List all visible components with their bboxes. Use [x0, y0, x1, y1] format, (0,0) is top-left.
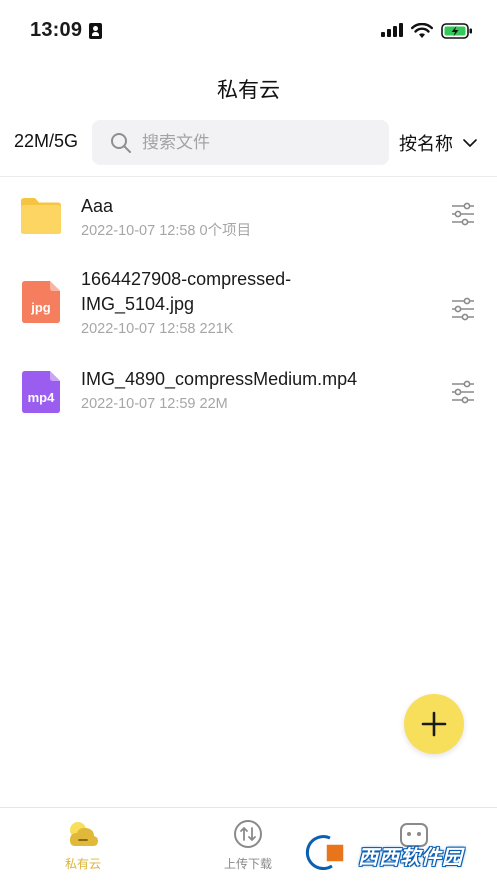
add-button[interactable] — [404, 694, 464, 754]
search-input[interactable] — [142, 120, 372, 165]
battery-charging-icon — [441, 23, 472, 39]
file-meta: 2022-10-07 12:58 221K — [81, 320, 421, 338]
jpg-file-icon-label: jpg — [31, 300, 51, 315]
file-size: 22M — [199, 396, 228, 412]
file-size: 221K — [199, 321, 234, 337]
file-name-line-2: IMG_5104.jpg — [81, 294, 195, 314]
file-date: 2022-10-07 12:58 — [81, 321, 196, 337]
settings-sliders-icon[interactable] — [450, 379, 476, 405]
file-name: 1664427908-compressed- IMG_5104.jpg — [81, 267, 421, 317]
tab-label: 上传下载 — [223, 857, 272, 871]
file-info: Aaa 2022-10-07 12:58 0个项目 — [81, 194, 421, 240]
tab-transfer[interactable]: 上传下载 — [198, 818, 298, 878]
chevron-down-icon — [463, 138, 477, 147]
file-date: 2022-10-07 12:59 — [81, 396, 196, 412]
file-meta: 2022-10-07 12:58 0个项目 — [81, 222, 421, 240]
file-info: 1664427908-compressed- IMG_5104.jpg 2022… — [81, 267, 421, 338]
tab-private-cloud[interactable]: 私有云 — [33, 818, 133, 878]
plus-icon — [421, 711, 447, 737]
search-icon — [111, 133, 131, 153]
page-title: 私有云 — [217, 79, 280, 102]
storage-usage: 22M/5G — [14, 131, 79, 151]
file-item-mp4[interactable]: mp4 IMG_4890_compressMedium.mp4 2022-10-… — [0, 355, 497, 437]
watermark-text: 西西软件园 — [358, 847, 463, 869]
file-info: IMG_4890_compressMedium.mp4 2022-10-07 1… — [81, 367, 421, 413]
file-date: 2022-10-07 12:58 — [81, 223, 196, 239]
mp4-file-icon: mp4 — [20, 371, 62, 413]
mp4-file-icon-label: mp4 — [27, 390, 55, 405]
file-name: Aaa — [81, 196, 114, 216]
file-size: 0个项目 — [199, 223, 252, 239]
sort-dropdown[interactable]: 按名称 — [399, 129, 477, 157]
wifi-icon — [411, 23, 433, 38]
cellular-signal-icon — [381, 23, 403, 37]
file-meta: 2022-10-07 12:59 22M — [81, 395, 421, 413]
jpg-file-icon: jpg — [20, 281, 62, 323]
settings-sliders-icon[interactable] — [450, 296, 476, 322]
file-item-folder[interactable]: Aaa 2022-10-07 12:58 0个项目 — [0, 177, 497, 257]
status-icons — [381, 20, 473, 42]
toolbar: 22M/5G 按名称 — [0, 120, 497, 165]
search-box[interactable] — [92, 120, 389, 165]
settings-sliders-icon[interactable] — [450, 201, 476, 227]
file-name: IMG_4890_compressMedium.mp4 — [81, 369, 358, 389]
sort-label: 按名称 — [399, 134, 453, 154]
file-name-line-1: 1664427908-compressed- — [81, 269, 292, 289]
file-item-jpg[interactable]: jpg 1664427908-compressed- IMG_5104.jpg … — [0, 259, 497, 351]
status-bar: 13:09 — [0, 0, 497, 62]
tab-label: 私有云 — [64, 857, 101, 871]
transfer-icon — [234, 820, 262, 848]
status-time: 13:09 — [30, 19, 83, 41]
watermark: 西西软件园 — [300, 832, 478, 872]
contact-card-icon — [89, 23, 102, 39]
watermark-logo — [303, 833, 345, 872]
cloud-icon — [70, 822, 98, 846]
folder-icon — [21, 198, 61, 234]
